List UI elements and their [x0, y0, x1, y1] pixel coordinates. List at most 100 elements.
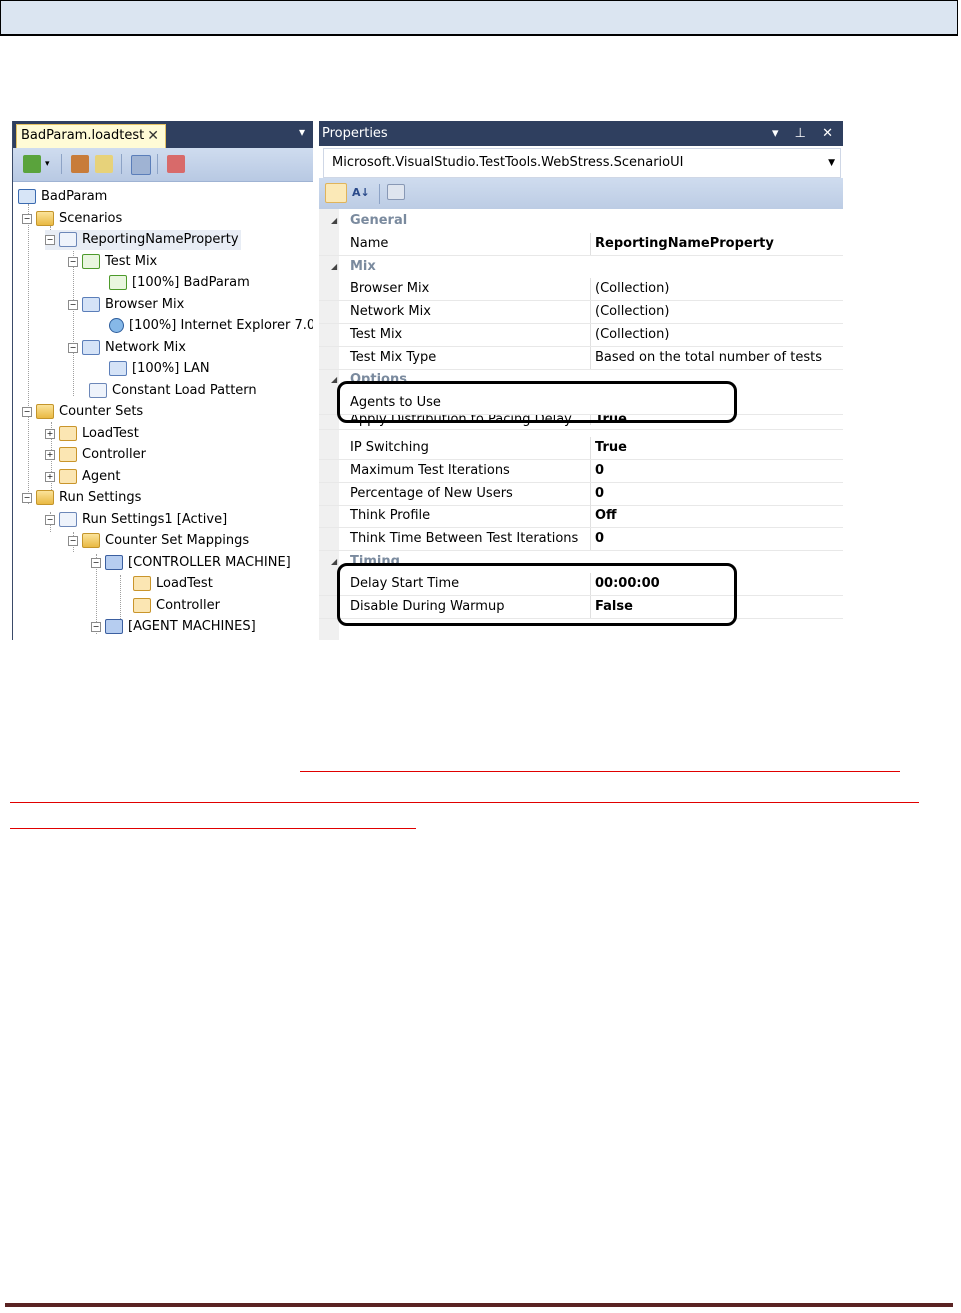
tab-menu-icon[interactable]: ▾	[299, 125, 305, 139]
document-tab[interactable]: BadParam.loadtest ✕	[16, 124, 166, 148]
header-band	[0, 0, 958, 36]
properties-toolbar: A↓	[319, 178, 843, 209]
categorized-view-icon[interactable]	[325, 183, 347, 203]
document-tab-label: BadParam.loadtest	[21, 128, 145, 143]
highlight-box-agents	[337, 381, 737, 423]
property-row-test-mix-type[interactable]: Test Mix Type Based on the total number …	[319, 347, 843, 370]
tree-node-cs-agent[interactable]: + Agent	[45, 467, 120, 487]
toolbar-separator	[379, 184, 380, 204]
tree-node-network-item[interactable]: [100%] LAN	[109, 359, 210, 379]
property-row-max-iterations[interactable]: Maximum Test Iterations 0	[319, 460, 843, 483]
expand-icon[interactable]: +	[45, 449, 55, 460]
collapse-icon[interactable]: −	[91, 557, 101, 568]
tree-node-cs-controller[interactable]: + Controller	[45, 445, 146, 465]
tree-node-map-controller[interactable]: Controller	[133, 596, 220, 616]
tree-node-scenario[interactable]: − ReportingNameProperty	[45, 230, 241, 250]
property-row-ip-switching[interactable]: IP Switching True	[319, 437, 843, 460]
collapse-icon[interactable]: −	[68, 535, 78, 546]
collapse-triangle-icon[interactable]: ◢	[331, 210, 337, 232]
collapse-icon[interactable]: −	[22, 492, 32, 503]
red-underline	[10, 802, 919, 803]
tree-node-test-mix-item[interactable]: [100%] BadParam	[109, 273, 250, 293]
tree-node-load-pattern[interactable]: Constant Load Pattern	[89, 381, 257, 401]
alphabetical-sort-icon[interactable]: A↓	[352, 183, 372, 203]
object-selector-dropdown[interactable]: Microsoft.VisualStudio.TestTools.WebStre…	[323, 148, 841, 178]
loadtest-icon	[18, 189, 36, 204]
run-test-icon[interactable]	[23, 155, 41, 173]
expand-icon[interactable]: +	[45, 428, 55, 439]
tree-node-counter-set-mappings[interactable]: − Counter Set Mappings	[68, 531, 249, 551]
collapse-icon[interactable]: −	[68, 342, 78, 353]
highlight-box-timing	[337, 563, 737, 626]
tree-node-run-settings1[interactable]: − Run Settings1 [Active]	[45, 510, 227, 530]
counter-set-icon	[133, 576, 151, 591]
tree-node-browser-item[interactable]: [100%] Internet Explorer 7.0	[109, 316, 313, 336]
collapse-icon[interactable]: −	[68, 299, 78, 310]
scenario-icon	[59, 232, 77, 247]
property-row-browser-mix[interactable]: Browser Mix (Collection)	[319, 278, 843, 301]
collapse-triangle-icon[interactable]: ◢	[331, 551, 337, 565]
property-row-think-profile[interactable]: Think Profile Off	[319, 505, 843, 528]
load-pattern-icon	[89, 383, 107, 398]
tree-node-map-loadtest[interactable]: LoadTest	[133, 574, 213, 594]
folder-icon	[36, 211, 54, 226]
collapse-icon[interactable]: −	[91, 621, 101, 632]
network-mix-icon	[82, 340, 100, 355]
category-general[interactable]: ◢ General	[319, 210, 843, 232]
document-tab-strip: BadParam.loadtest ✕ ▾	[13, 121, 313, 148]
category-mix[interactable]: ◢ Mix	[319, 256, 843, 278]
tree-node-cs-loadtest[interactable]: + LoadTest	[45, 424, 139, 444]
toolbar-separator	[121, 154, 122, 174]
tree-node-agent-machines[interactable]: − [AGENT MACHINES]	[91, 617, 256, 637]
object-selector-value: Microsoft.VisualStudio.TestTools.WebStre…	[332, 155, 684, 170]
collapse-icon[interactable]: −	[22, 213, 32, 224]
property-row-name[interactable]: Name ReportingNameProperty	[319, 233, 843, 256]
browser-mix-icon	[82, 297, 100, 312]
tree-node-run-settings[interactable]: − Run Settings	[22, 488, 141, 508]
folder-icon	[82, 533, 100, 548]
browser-icon	[109, 318, 124, 333]
tree-node-test-mix[interactable]: − Test Mix	[68, 252, 157, 272]
properties-title: Properties	[322, 126, 388, 141]
property-row-think-time-between[interactable]: Think Time Between Test Iterations 0	[319, 528, 843, 551]
expand-icon[interactable]: +	[45, 471, 55, 482]
computer-icon	[105, 555, 123, 570]
add-scenario-icon[interactable]	[71, 155, 89, 173]
property-pages-icon[interactable]	[387, 184, 405, 200]
red-underline	[10, 828, 416, 829]
analyze-icon[interactable]	[167, 155, 185, 173]
properties-title-bar: Properties ▾ ⊥ ✕	[319, 121, 843, 146]
properties-icon[interactable]	[131, 155, 151, 175]
collapse-icon[interactable]: −	[45, 514, 55, 525]
chevron-down-icon[interactable]: ▾	[45, 155, 53, 173]
test-mix-icon	[82, 254, 100, 269]
add-counter-icon[interactable]	[95, 155, 113, 173]
footer-rule	[5, 1303, 953, 1307]
counter-set-icon	[59, 447, 77, 462]
tree-node-counter-sets[interactable]: − Counter Sets	[22, 402, 143, 422]
tree-node-network-mix[interactable]: − Network Mix	[68, 338, 186, 358]
tree-node-scenarios[interactable]: − Scenarios	[22, 209, 122, 229]
collapse-icon[interactable]: −	[68, 256, 78, 267]
property-row-test-mix[interactable]: Test Mix (Collection)	[319, 324, 843, 347]
chevron-down-icon[interactable]: ▼	[828, 149, 835, 177]
folder-icon	[36, 490, 54, 505]
toolbar-separator	[61, 154, 62, 174]
tree-node-root[interactable]: BadParam	[18, 187, 107, 207]
loadtest-tree: BadParam − Scenarios − ReportingNameProper…	[13, 182, 313, 640]
web-test-icon	[109, 275, 127, 290]
property-row-pct-new-users[interactable]: Percentage of New Users 0	[319, 483, 843, 506]
collapse-icon[interactable]: −	[45, 234, 55, 245]
computer-icon	[105, 619, 123, 634]
counter-set-icon	[59, 426, 77, 441]
counter-set-icon	[59, 469, 77, 484]
tree-node-browser-mix[interactable]: − Browser Mix	[68, 295, 184, 315]
window-controls[interactable]: ▾ ⊥ ✕	[772, 121, 839, 146]
collapse-triangle-icon[interactable]: ◢	[331, 256, 337, 278]
collapse-icon[interactable]: −	[22, 406, 32, 417]
collapse-triangle-icon[interactable]: ◢	[331, 369, 337, 383]
property-row-network-mix[interactable]: Network Mix (Collection)	[319, 301, 843, 324]
close-icon[interactable]: ✕	[147, 125, 159, 147]
red-underline	[300, 771, 900, 772]
tree-node-controller-machine[interactable]: − [CONTROLLER MACHINE]	[91, 553, 291, 573]
